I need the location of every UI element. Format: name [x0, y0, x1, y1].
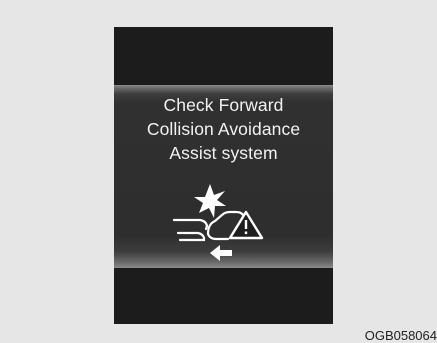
forward-collision-warning-icon: [170, 178, 280, 268]
warning-message-line-1: Check Forward: [163, 95, 284, 115]
left-arrow-icon: [210, 245, 232, 261]
figure-code: OGB058064: [364, 328, 437, 343]
display-top-band: [114, 27, 333, 85]
display-bottom-band: [114, 268, 333, 324]
instrument-cluster-display: [114, 27, 333, 324]
warning-message-line-3: Assist system: [169, 143, 278, 163]
impact-star-icon: [194, 184, 226, 218]
warning-message-line-2: Collision Avoidance: [146, 119, 301, 139]
